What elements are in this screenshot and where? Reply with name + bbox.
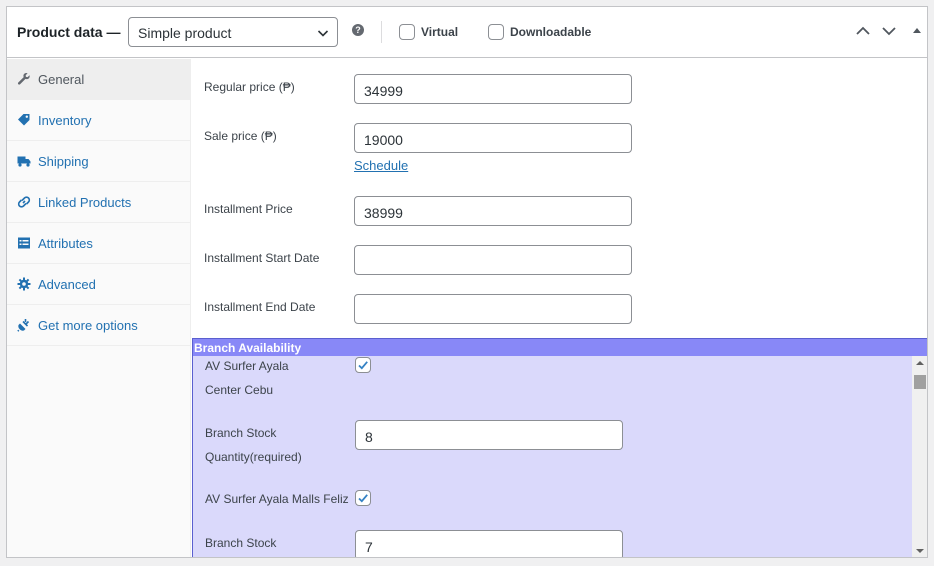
branch-2-stock-input[interactable]: 7 <box>355 530 623 557</box>
installment-price-label: Installment Price <box>204 202 293 216</box>
collapse-toggle-icon[interactable] <box>909 23 925 39</box>
tab-advanced[interactable]: Advanced <box>7 264 190 305</box>
checkmark-icon <box>358 494 368 503</box>
header-divider <box>381 21 382 43</box>
branch-1-stock-input[interactable]: 8 <box>355 420 623 450</box>
downloadable-checkbox[interactable] <box>488 24 504 40</box>
branch-1-name-line1: AV Surfer Ayala <box>205 359 289 373</box>
branch-availability-title: Branch Availability <box>193 339 927 356</box>
link-icon <box>17 196 31 208</box>
branch-1-name-line2: Center Cebu <box>205 383 274 397</box>
installment-end-date-label: Installment End Date <box>204 300 316 314</box>
downloadable-label: Downloadable <box>510 25 592 39</box>
tab-get-more-options-label: Get more options <box>38 318 138 333</box>
branch-scrollbar[interactable] <box>912 356 927 557</box>
branch-1-checkbox[interactable] <box>355 357 371 373</box>
branch-2-checkbox[interactable] <box>355 490 371 506</box>
tab-general[interactable]: General <box>7 59 190 100</box>
scroll-up-arrow-icon[interactable] <box>916 361 924 365</box>
tab-general-label: General <box>38 72 85 87</box>
wrench-icon <box>17 73 30 85</box>
tag-icon <box>18 114 30 126</box>
product-type-select[interactable]: Simple product <box>128 17 338 47</box>
chevron-down-icon <box>317 30 329 37</box>
installment-price-input[interactable]: 38999 <box>354 196 632 226</box>
tab-linked-products-label: Linked Products <box>38 195 132 210</box>
panel-title: Product data — <box>17 24 121 40</box>
scrollbar-thumb[interactable] <box>914 375 926 389</box>
regular-price-label: Regular price (₱) <box>204 80 295 94</box>
schedule-link[interactable]: Schedule <box>354 158 408 173</box>
installment-start-date-label: Installment Start Date <box>204 251 320 265</box>
virtual-label: Virtual <box>421 25 459 39</box>
tab-shipping[interactable]: Shipping <box>7 141 190 182</box>
product-data-header: Product data — Simple product ? Virtual … <box>7 7 927 58</box>
branch-availability-section: Branch Availability AV Surfer Ayala Cent… <box>192 338 927 557</box>
checkmark-icon <box>358 361 368 370</box>
tab-shipping-label: Shipping <box>38 154 89 169</box>
list-icon <box>18 237 30 249</box>
branch-2-name-line1: AV Surfer Ayala Malls Feliz <box>205 492 349 506</box>
truck-icon <box>17 156 31 167</box>
tab-inventory-label: Inventory <box>38 113 92 128</box>
tab-attributes-label: Attributes <box>38 236 93 251</box>
tab-inventory[interactable]: Inventory <box>7 100 190 141</box>
virtual-checkbox[interactable] <box>399 24 415 40</box>
move-down-icon[interactable] <box>881 23 897 39</box>
regular-price-input[interactable]: 34999 <box>354 74 632 104</box>
installment-end-date-input[interactable] <box>354 294 632 324</box>
branch-1-stock-label-line2: Quantity(required) <box>205 450 302 464</box>
installment-start-date-input[interactable] <box>354 245 632 275</box>
scroll-down-arrow-icon[interactable] <box>916 549 924 553</box>
gear-icon <box>17 277 31 291</box>
plugin-icon <box>17 319 30 332</box>
tab-advanced-label: Advanced <box>38 277 96 292</box>
sale-price-input[interactable]: 19000 <box>354 123 632 153</box>
branch-1-stock-label-line1: Branch Stock <box>205 426 277 440</box>
tab-linked-products[interactable]: Linked Products <box>7 182 190 223</box>
move-up-icon[interactable] <box>855 23 871 39</box>
question-circle-icon[interactable]: ? <box>352 24 364 36</box>
sale-price-label: Sale price (₱) <box>204 129 277 143</box>
tab-attributes[interactable]: Attributes <box>7 223 190 264</box>
product-data-tabs: General Inventory Shipping Linked Produc… <box>7 59 191 557</box>
product-data-panel: Product data — Simple product ? Virtual … <box>6 6 928 558</box>
branch-2-stock-label-line1: Branch Stock <box>205 536 277 550</box>
product-type-value: Simple product <box>138 25 232 41</box>
tab-get-more-options[interactable]: Get more options <box>7 305 190 346</box>
